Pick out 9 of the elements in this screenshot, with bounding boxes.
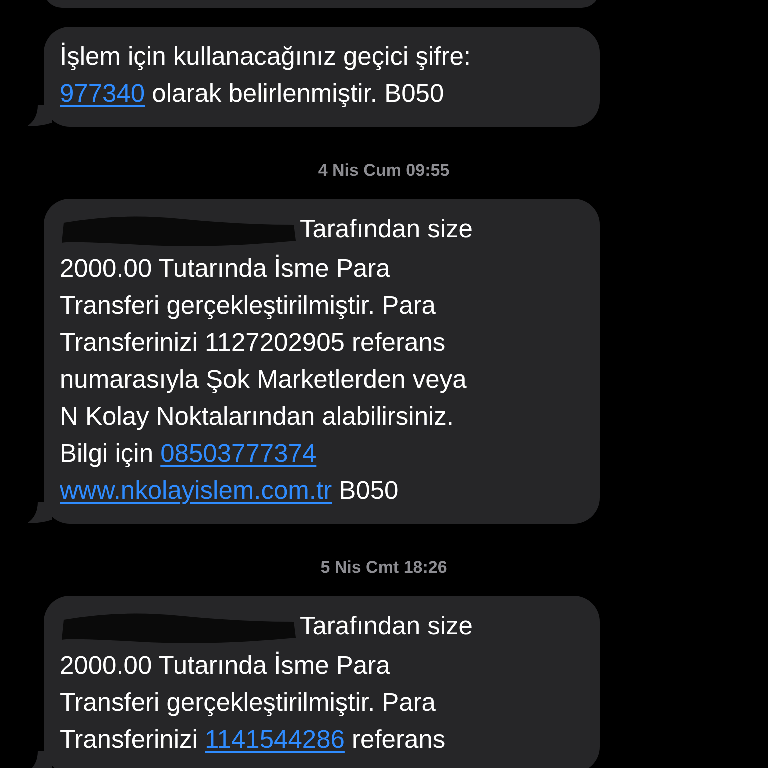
message-link[interactable]: www.nkolayislem.com.tr (60, 477, 332, 505)
message-text: Tarafından size 2000.00 Tutarında İsme Para Transferi gerçekleştirilmiştir. Para Transferinizi 1141544286 referans (60, 608, 584, 759)
message-link[interactable]: 08503777374 (160, 440, 317, 468)
message-timestamp: 4 Nis Cum 09:55 (318, 161, 450, 181)
message-link[interactable]: 977340 (60, 80, 146, 108)
message-link[interactable]: 1141544286 (205, 726, 345, 754)
message-timestamp: 5 Nis Cmt 18:26 (320, 558, 448, 578)
message-text: İşlem için kullanacağınız geçici şifre: 977340 olarak belirlenmiştir. B050 (60, 42, 472, 110)
message-text: Tarafından size 2000.00 Tutarında İsme Para Transferi gerçekleştirilmiştir. Para Transferinizi 1127202905 referans numarasıyla Şok Marketlerden veya N Kolay Noktalarından alabilirsiniz. Bilgi için 08503777374 www.nkolayislem.com.tr B050 (60, 211, 584, 510)
